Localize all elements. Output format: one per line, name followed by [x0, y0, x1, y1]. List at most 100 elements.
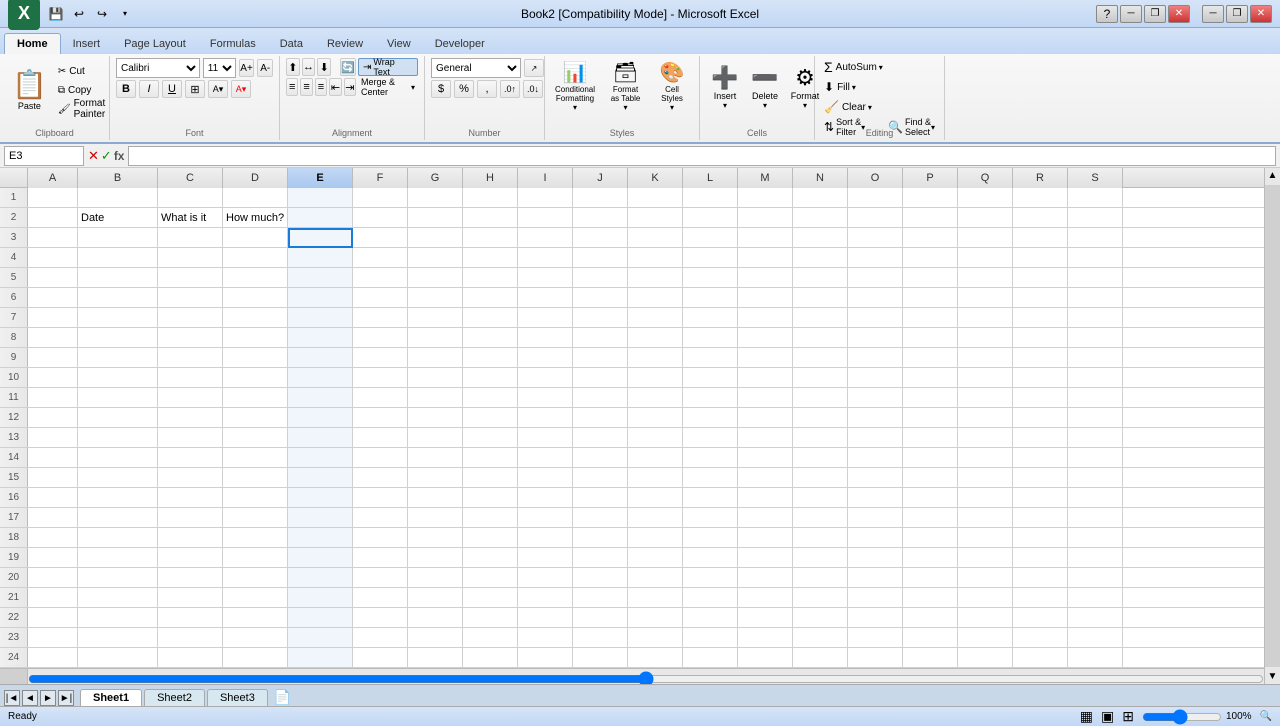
- cell-I11[interactable]: [518, 388, 573, 408]
- cell-O13[interactable]: [848, 428, 903, 448]
- cell-Q20[interactable]: [958, 568, 1013, 588]
- cell-O10[interactable]: [848, 368, 903, 388]
- italic-btn[interactable]: I: [139, 80, 159, 98]
- cell-N5[interactable]: [793, 268, 848, 288]
- row-num-14[interactable]: 14: [0, 448, 28, 467]
- cell-C7[interactable]: [158, 308, 223, 328]
- cell-M24[interactable]: [738, 648, 793, 668]
- col-header-S[interactable]: S: [1068, 168, 1123, 188]
- cell-Q3[interactable]: [958, 228, 1013, 248]
- cell-C8[interactable]: [158, 328, 223, 348]
- inner-restore-btn[interactable]: ❐: [1144, 5, 1166, 23]
- cell-P16[interactable]: [903, 488, 958, 508]
- cell-D19[interactable]: [223, 548, 288, 568]
- cell-A21[interactable]: [28, 588, 78, 608]
- cell-M1[interactable]: [738, 188, 793, 208]
- cell-J15[interactable]: [573, 468, 628, 488]
- cell-L17[interactable]: [683, 508, 738, 528]
- cell-S5[interactable]: [1068, 268, 1123, 288]
- cell-N24[interactable]: [793, 648, 848, 668]
- decrease-indent-btn[interactable]: ⇤: [329, 78, 341, 96]
- cell-R20[interactable]: [1013, 568, 1068, 588]
- cell-R7[interactable]: [1013, 308, 1068, 328]
- cell-Q12[interactable]: [958, 408, 1013, 428]
- cell-L4[interactable]: [683, 248, 738, 268]
- col-header-G[interactable]: G: [408, 168, 463, 188]
- sheet-tab-2[interactable]: Sheet2: [144, 689, 205, 706]
- increase-indent-btn[interactable]: ⇥: [344, 78, 356, 96]
- row-num-1[interactable]: 1: [0, 188, 28, 207]
- cell-J22[interactable]: [573, 608, 628, 628]
- align-top-btn[interactable]: ⬆: [286, 58, 300, 76]
- cell-M16[interactable]: [738, 488, 793, 508]
- cell-J3[interactable]: [573, 228, 628, 248]
- col-header-B[interactable]: B: [78, 168, 158, 188]
- cell-H13[interactable]: [463, 428, 518, 448]
- cell-B22[interactable]: [78, 608, 158, 628]
- cell-C16[interactable]: [158, 488, 223, 508]
- cell-C1[interactable]: [158, 188, 223, 208]
- underline-btn[interactable]: U: [162, 80, 182, 98]
- quick-save-btn[interactable]: 💾: [46, 4, 66, 24]
- cell-N4[interactable]: [793, 248, 848, 268]
- row-num-22[interactable]: 22: [0, 608, 28, 627]
- inner-close-btn[interactable]: ✕: [1168, 5, 1190, 23]
- cell-K19[interactable]: [628, 548, 683, 568]
- cell-G2[interactable]: [408, 208, 463, 228]
- cell-E2[interactable]: [288, 208, 353, 228]
- cell-N7[interactable]: [793, 308, 848, 328]
- cell-O24[interactable]: [848, 648, 903, 668]
- cell-L20[interactable]: [683, 568, 738, 588]
- cell-Q19[interactable]: [958, 548, 1013, 568]
- cell-N18[interactable]: [793, 528, 848, 548]
- cell-H16[interactable]: [463, 488, 518, 508]
- cell-G17[interactable]: [408, 508, 463, 528]
- cell-H3[interactable]: [463, 228, 518, 248]
- cell-S24[interactable]: [1068, 648, 1123, 668]
- align-center-btn[interactable]: ≡: [300, 78, 312, 96]
- view-page-layout-btn[interactable]: ▣: [1101, 708, 1114, 725]
- cell-L2[interactable]: [683, 208, 738, 228]
- col-header-E[interactable]: E: [288, 168, 353, 188]
- cell-O2[interactable]: [848, 208, 903, 228]
- cell-O11[interactable]: [848, 388, 903, 408]
- cell-F6[interactable]: [353, 288, 408, 308]
- col-header-A[interactable]: A: [28, 168, 78, 188]
- percent-btn[interactable]: %: [454, 80, 474, 98]
- cell-Q11[interactable]: [958, 388, 1013, 408]
- cell-M10[interactable]: [738, 368, 793, 388]
- cell-E4[interactable]: [288, 248, 353, 268]
- cell-F13[interactable]: [353, 428, 408, 448]
- cell-Q10[interactable]: [958, 368, 1013, 388]
- cell-D16[interactable]: [223, 488, 288, 508]
- cell-S23[interactable]: [1068, 628, 1123, 648]
- align-middle-btn[interactable]: ↔: [302, 58, 316, 76]
- cell-D6[interactable]: [223, 288, 288, 308]
- cell-O1[interactable]: [848, 188, 903, 208]
- col-header-H[interactable]: H: [463, 168, 518, 188]
- cell-J21[interactable]: [573, 588, 628, 608]
- cell-P12[interactable]: [903, 408, 958, 428]
- cell-styles-btn[interactable]: 🎨 CellStyles ▾: [652, 58, 692, 114]
- cell-O14[interactable]: [848, 448, 903, 468]
- cell-E10[interactable]: [288, 368, 353, 388]
- cell-B11[interactable]: [78, 388, 158, 408]
- cell-L16[interactable]: [683, 488, 738, 508]
- cell-A24[interactable]: [28, 648, 78, 668]
- col-header-F[interactable]: F: [353, 168, 408, 188]
- format-painter-button[interactable]: 🖌 Format Painter: [55, 100, 115, 118]
- quick-redo-btn[interactable]: ↪: [92, 4, 112, 24]
- cell-I23[interactable]: [518, 628, 573, 648]
- cell-S15[interactable]: [1068, 468, 1123, 488]
- cell-N3[interactable]: [793, 228, 848, 248]
- fill-btn[interactable]: ⬇ Fill ▾: [821, 78, 945, 96]
- cell-F2[interactable]: [353, 208, 408, 228]
- cell-B4[interactable]: [78, 248, 158, 268]
- cell-B1[interactable]: [78, 188, 158, 208]
- cell-I14[interactable]: [518, 448, 573, 468]
- cell-D15[interactable]: [223, 468, 288, 488]
- cell-R19[interactable]: [1013, 548, 1068, 568]
- cell-N21[interactable]: [793, 588, 848, 608]
- cell-A13[interactable]: [28, 428, 78, 448]
- cell-Q23[interactable]: [958, 628, 1013, 648]
